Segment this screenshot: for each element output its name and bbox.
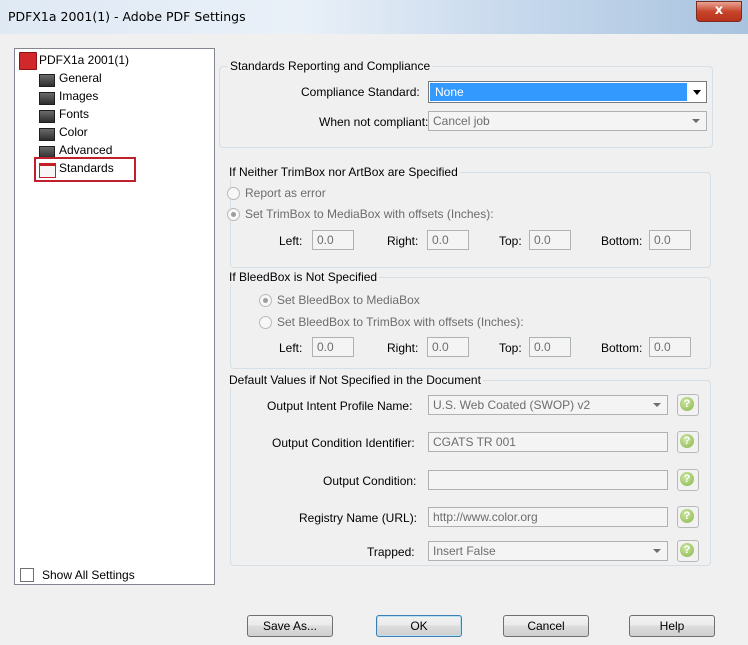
standards-group: Standards Reporting and Compliance Compl… (219, 59, 713, 148)
output-condition-input[interactable] (428, 470, 668, 490)
output-intent-help-button[interactable]: ? (677, 394, 699, 416)
chevron-down-icon (692, 119, 700, 123)
bleedbox-group: If BleedBox is Not Specified Set BleedBo… (227, 270, 711, 369)
selected-item-highlight (34, 157, 136, 182)
output-condition-id-label: Output Condition Identifier: (272, 436, 415, 450)
trapped-label: Trapped: (367, 545, 415, 559)
show-all-settings-checkbox[interactable] (20, 568, 34, 582)
not-compliant-value: Cancel job (433, 114, 490, 128)
output-intent-value: U.S. Web Coated (SWOP) v2 (433, 398, 591, 412)
bleed-bottom-label: Bottom: (601, 341, 643, 355)
show-all-settings-label: Show All Settings (42, 568, 135, 582)
tree-item-label: Images (59, 89, 99, 103)
bleed-bottom-input[interactable]: 0.0 (649, 337, 691, 357)
help-icon: ? (680, 434, 694, 448)
chevron-down-icon (653, 549, 661, 553)
trim-left-label: Left: (279, 234, 303, 248)
trim-left-input[interactable]: 0.0 (312, 230, 354, 250)
tree-item-label: Color (59, 125, 88, 139)
report-as-error-radio[interactable] (227, 187, 240, 200)
help-icon: ? (680, 543, 694, 557)
bleedbox-trimbox-label: Set BleedBox to TrimBox with offsets (In… (277, 315, 524, 329)
trimbox-offsets-radio[interactable] (227, 208, 240, 221)
trimbox-group: If Neither TrimBox nor ArtBox are Specif… (227, 165, 711, 268)
compliance-standard-label: Compliance Standard: (301, 85, 420, 99)
trim-top-label: Top: (499, 234, 522, 248)
bleed-right-label: Right: (387, 341, 419, 355)
bleedbox-mediabox-radio[interactable] (259, 294, 272, 307)
output-condition-label: Output Condition: (323, 474, 417, 488)
document-icon (39, 128, 55, 141)
help-icon: ? (680, 397, 694, 411)
report-as-error-label: Report as error (245, 186, 326, 200)
group-title: If Neither TrimBox nor ArtBox are Specif… (227, 165, 460, 179)
close-icon: x (714, 3, 724, 18)
help-icon: ? (680, 472, 694, 486)
group-title: If BleedBox is Not Specified (227, 270, 380, 284)
registry-name-input[interactable]: http://www.color.org (428, 507, 668, 527)
bleed-top-input[interactable]: 0.0 (529, 337, 571, 357)
compliance-standard-value: None (430, 83, 687, 101)
not-compliant-select[interactable]: Cancel job (428, 111, 707, 131)
trapped-help-button[interactable]: ? (677, 540, 699, 562)
output-condition-help-button[interactable]: ? (677, 469, 699, 491)
title-bar[interactable]: PDFX1a 2001(1) - Adobe PDF Settings x (0, 0, 748, 34)
tree-item-label: Fonts (59, 107, 90, 121)
window-title: PDFX1a 2001(1) - Adobe PDF Settings (8, 9, 246, 24)
pdf-settings-icon (19, 52, 37, 70)
cancel-button[interactable]: Cancel (503, 615, 589, 637)
group-title: Standards Reporting and Compliance (228, 59, 433, 73)
trim-bottom-label: Bottom: (601, 234, 643, 248)
output-intent-select[interactable]: U.S. Web Coated (SWOP) v2 (428, 395, 668, 415)
bleed-top-label: Top: (499, 341, 522, 355)
dialog-client-area: PDFX1a 2001(1) General Images Fonts Colo… (6, 34, 742, 645)
bleedbox-mediabox-label: Set BleedBox to MediaBox (277, 293, 420, 307)
bleed-left-label: Left: (279, 341, 303, 355)
document-icon (39, 74, 55, 87)
close-button[interactable]: x (696, 1, 742, 22)
not-compliant-label: When not compliant: (319, 115, 429, 129)
save-as-button[interactable]: Save As... (247, 615, 333, 637)
registry-name-label: Registry Name (URL): (299, 511, 418, 525)
trim-bottom-input[interactable]: 0.0 (649, 230, 691, 250)
tree-item-label: Advanced (59, 143, 113, 157)
ok-button[interactable]: OK (376, 615, 462, 637)
trim-top-input[interactable]: 0.0 (529, 230, 571, 250)
registry-name-help-button[interactable]: ? (677, 506, 699, 528)
chevron-down-icon (653, 403, 661, 407)
compliance-standard-select[interactable]: None (428, 81, 707, 103)
help-button[interactable]: Help (629, 615, 715, 637)
default-values-group: Default Values if Not Specified in the D… (227, 373, 711, 566)
output-intent-label: Output Intent Profile Name: (267, 399, 413, 413)
output-condition-id-input[interactable]: CGATS TR 001 (428, 432, 668, 452)
document-icon (39, 110, 55, 123)
bleed-right-input[interactable]: 0.0 (427, 337, 469, 357)
trim-right-label: Right: (387, 234, 419, 248)
adobe-pdf-settings-window: PDFX1a 2001(1) - Adobe PDF Settings x PD… (0, 0, 748, 645)
bleed-left-input[interactable]: 0.0 (312, 337, 354, 357)
chevron-down-icon (693, 90, 701, 95)
trimbox-offsets-label: Set TrimBox to MediaBox with offsets (In… (245, 207, 494, 221)
trapped-select[interactable]: Insert False (428, 541, 668, 561)
tree-root-label: PDFX1a 2001(1) (39, 53, 130, 67)
trim-right-input[interactable]: 0.0 (427, 230, 469, 250)
help-icon: ? (680, 509, 694, 523)
output-condition-id-help-button[interactable]: ? (677, 431, 699, 453)
tree-item-label: General (59, 71, 102, 85)
trapped-value: Insert False (433, 544, 496, 558)
bleedbox-trimbox-radio[interactable] (259, 316, 272, 329)
document-icon (39, 92, 55, 105)
group-title: Default Values if Not Specified in the D… (227, 373, 483, 387)
settings-tree: PDFX1a 2001(1) General Images Fonts Colo… (14, 48, 215, 585)
